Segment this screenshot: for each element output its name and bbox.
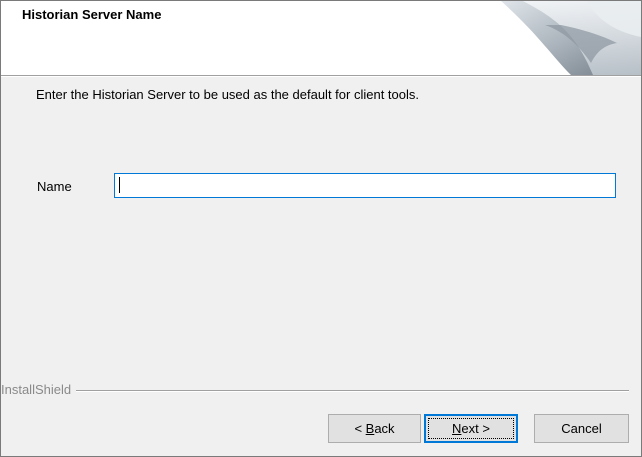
cancel-button[interactable]: Cancel — [534, 414, 629, 443]
page-curl-graphic — [501, 1, 641, 75]
brand-label: InstallShield — [1, 383, 77, 397]
instruction-text: Enter the Historian Server to be used as… — [36, 87, 419, 102]
installshield-branding: InstallShield — [1, 383, 629, 397]
dialog-header: Historian Server Name — [1, 1, 641, 75]
focus-rectangle — [428, 418, 514, 439]
server-name-input[interactable] — [114, 173, 616, 198]
name-label: Name — [37, 179, 72, 194]
installer-dialog: Historian Server Name Enter the Historia… — [0, 0, 642, 457]
text-caret — [119, 177, 120, 193]
next-button[interactable]: Next > — [424, 414, 518, 443]
header-divider — [1, 75, 641, 77]
back-rest: ack — [374, 421, 395, 436]
back-prefix: < — [354, 421, 366, 436]
back-button[interactable]: < Back — [328, 414, 421, 443]
page-title: Historian Server Name — [22, 7, 162, 22]
branding-divider — [1, 390, 629, 392]
back-mnemonic: B — [365, 421, 375, 436]
